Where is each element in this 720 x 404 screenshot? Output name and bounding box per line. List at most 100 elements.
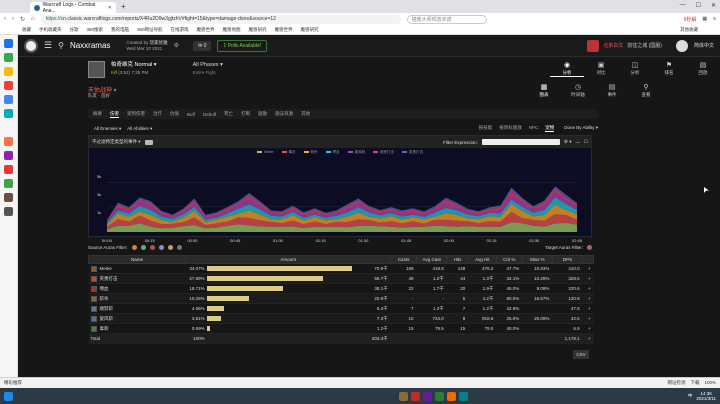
bookmark-item[interactable]: 谷歌 bbox=[70, 27, 79, 33]
taskbar-clock[interactable]: 14:36 2021/3/11 bbox=[696, 391, 716, 401]
status-left[interactable]: 精彩推荐 bbox=[4, 380, 22, 386]
col-dps[interactable]: DPS bbox=[551, 255, 584, 264]
col-crit[interactable]: Crit % bbox=[495, 255, 523, 264]
filter-expression-input[interactable] bbox=[481, 139, 560, 145]
hamburger-menu-icon[interactable]: ☰ bbox=[44, 40, 52, 51]
view-tab-replay[interactable]: ▤ 回放 bbox=[686, 62, 720, 77]
start-icon[interactable] bbox=[4, 391, 13, 401]
expand-cell[interactable]: + bbox=[582, 303, 594, 314]
metric-tab[interactable]: Debuff bbox=[203, 112, 216, 117]
col-avg-cast[interactable]: Avg Cast bbox=[416, 255, 448, 264]
taskbar-app-icon[interactable] bbox=[411, 391, 420, 401]
bookmark-item[interactable]: 魔兽研究 bbox=[301, 27, 319, 33]
sort-dropdown[interactable]: Done By Ability ▾ bbox=[564, 125, 598, 132]
maximize-icon[interactable]: ☐ bbox=[696, 2, 701, 9]
ability-cell[interactable]: 斩杀 bbox=[88, 293, 186, 304]
taskbar-app-icon[interactable] bbox=[459, 391, 468, 401]
aura-icon[interactable] bbox=[149, 245, 155, 250]
ability-cell[interactable]: 顺劈斩 bbox=[88, 303, 186, 314]
toolbar-promo[interactable]: 6秒解 bbox=[684, 16, 697, 23]
language-select[interactable]: 简体中文 bbox=[694, 42, 714, 49]
bookmark-item[interactable]: 在线游戏 bbox=[171, 27, 189, 33]
expand-cell[interactable]: + bbox=[582, 323, 594, 334]
new-tab-button[interactable]: + bbox=[121, 2, 126, 11]
table-row[interactable]: 斩杀 10.25% 20.9千 - -5 4.2千 80.0% 16.67% 120.8 + bbox=[88, 293, 594, 304]
search-icon[interactable]: ⚲ bbox=[58, 41, 64, 50]
sidebar-app-icon[interactable] bbox=[4, 109, 13, 118]
extensions-icon[interactable]: ▦ bbox=[702, 16, 707, 22]
damage-area-chart[interactable] bbox=[89, 148, 591, 236]
settings-gear-icon[interactable]: ⚙ bbox=[174, 42, 179, 49]
site-logo[interactable] bbox=[24, 38, 38, 53]
metric-tab[interactable]: 治疗 bbox=[153, 111, 162, 117]
messages-button[interactable]: ✉ 0 bbox=[193, 40, 212, 51]
sidebar-app-icon[interactable] bbox=[4, 151, 13, 160]
subtab-timeline[interactable]: ◷ 时间轴 bbox=[564, 84, 592, 98]
bookmark-item[interactable]: 360搜索 bbox=[87, 27, 104, 33]
table-row[interactable]: 毒刺 0.59% 1.2千 15 79.5 15 79.5 40.0% 6.9 + bbox=[88, 323, 594, 334]
aura-icon[interactable] bbox=[587, 245, 592, 250]
abilities-dropdown[interactable]: All Abilities ▾ bbox=[127, 126, 152, 132]
bookmark-item[interactable]: 我的电脑 bbox=[111, 27, 129, 33]
created-by-name[interactable]: 玩家优雅 bbox=[150, 40, 168, 45]
browser-search-input[interactable]: 镜像大师现放赤皮 bbox=[406, 14, 487, 24]
zoom-level[interactable]: 100% bbox=[704, 380, 716, 386]
aura-icon[interactable] bbox=[176, 245, 182, 250]
expand-cell[interactable]: + bbox=[582, 283, 594, 294]
sidebar-app-icon[interactable] bbox=[4, 179, 13, 188]
expand-cell[interactable]: + bbox=[582, 263, 594, 274]
group-option[interactable]: NPC bbox=[529, 125, 539, 132]
col-casts[interactable]: Casts bbox=[390, 255, 418, 264]
metric-tab[interactable]: 其他 bbox=[301, 111, 310, 117]
expand-cell[interactable]: + bbox=[582, 293, 594, 304]
reload-icon[interactable]: ↻ bbox=[20, 16, 25, 23]
aura-icon[interactable] bbox=[131, 245, 137, 250]
taskbar-app-icon[interactable] bbox=[399, 391, 408, 401]
ability-cell[interactable]: 英勇打击 bbox=[88, 273, 186, 284]
user-avatar[interactable] bbox=[675, 39, 688, 52]
sidebar-app-icon[interactable] bbox=[4, 67, 13, 76]
col-avg-hit[interactable]: Avg Hit bbox=[467, 255, 497, 264]
url-field[interactable]: https:// cn.classic.warcraftlogs.com /re… bbox=[40, 14, 401, 24]
forward-icon[interactable]: › bbox=[12, 16, 14, 22]
ime-indicator[interactable]: 中 bbox=[688, 393, 693, 399]
menu-icon[interactable]: ≡ bbox=[713, 16, 716, 22]
sidebar-app-icon[interactable] bbox=[4, 81, 13, 90]
table-row[interactable]: 英勇打击 27.89% 56.7千 49 1.2千 44 1.3千 34.1% 10.20% 32… bbox=[88, 273, 594, 284]
bookmark-item[interactable]: 手机收藏夹 bbox=[39, 27, 62, 33]
close-window-icon[interactable]: ✕ bbox=[711, 2, 716, 9]
close-tab-icon[interactable]: ✕ bbox=[108, 5, 112, 11]
phase-select[interactable]: All Phases ▾ Entire Fight bbox=[193, 62, 223, 77]
bookmark-item[interactable]: 魔兽地图 bbox=[223, 27, 241, 33]
subtab-query[interactable]: ⚲ 查看 bbox=[632, 84, 660, 98]
metric-tab[interactable]: 摘要 bbox=[93, 111, 102, 117]
col-name[interactable]: Name bbox=[87, 255, 187, 264]
metric-tab[interactable]: 受到伤害 bbox=[127, 111, 145, 117]
enemies-dropdown[interactable]: All Enemies ▾ bbox=[94, 126, 121, 132]
taskbar-app-icon[interactable] bbox=[447, 391, 456, 401]
bookmark-item[interactable]: 魔兽世界 bbox=[275, 27, 293, 33]
status-item[interactable]: 网址检测 bbox=[667, 380, 685, 386]
metric-tab[interactable]: 仇恨 bbox=[170, 111, 179, 117]
group-option-pets[interactable]: 宠物 bbox=[545, 125, 555, 132]
gear-icon[interactable]: ⚙ ▾ bbox=[564, 139, 572, 145]
subtab-events[interactable]: ▤ 事件 bbox=[598, 84, 626, 98]
col-amount[interactable]: Amount bbox=[185, 255, 392, 264]
taskbar-app-icon[interactable] bbox=[435, 391, 444, 401]
home-icon[interactable]: ⌂ bbox=[31, 16, 35, 22]
view-tab-compare[interactable]: ▣ 对比 bbox=[584, 62, 618, 77]
group-option[interactable]: 按目标施放 bbox=[499, 125, 522, 132]
minimize-icon[interactable]: — bbox=[680, 2, 686, 9]
view-tab-analyze[interactable]: ◫ 分析 bbox=[618, 62, 652, 77]
sidebar-app-icon[interactable] bbox=[4, 165, 13, 174]
metric-tab[interactable]: 施法资源 bbox=[275, 111, 293, 117]
bookmark-item[interactable]: 魔兽研究 bbox=[249, 27, 267, 33]
metric-tab[interactable]: 驱散 bbox=[258, 111, 267, 117]
taskbar-app-icon[interactable] bbox=[423, 391, 432, 401]
group-option[interactable]: 按技能 bbox=[479, 125, 493, 132]
boss-info[interactable]: 帕奇维克 Normal ▾ Kill (2:52) 7:35 PM bbox=[111, 62, 157, 77]
col-miss[interactable]: Miss % bbox=[521, 255, 553, 264]
guild-info[interactable]: 北京白文 前往之城 (国服) bbox=[587, 39, 662, 52]
bookmark-item[interactable]: 收藏 bbox=[22, 27, 31, 33]
event-type-dropdown[interactable]: 不过滤特定类型的事件 ▾ bbox=[92, 139, 141, 145]
